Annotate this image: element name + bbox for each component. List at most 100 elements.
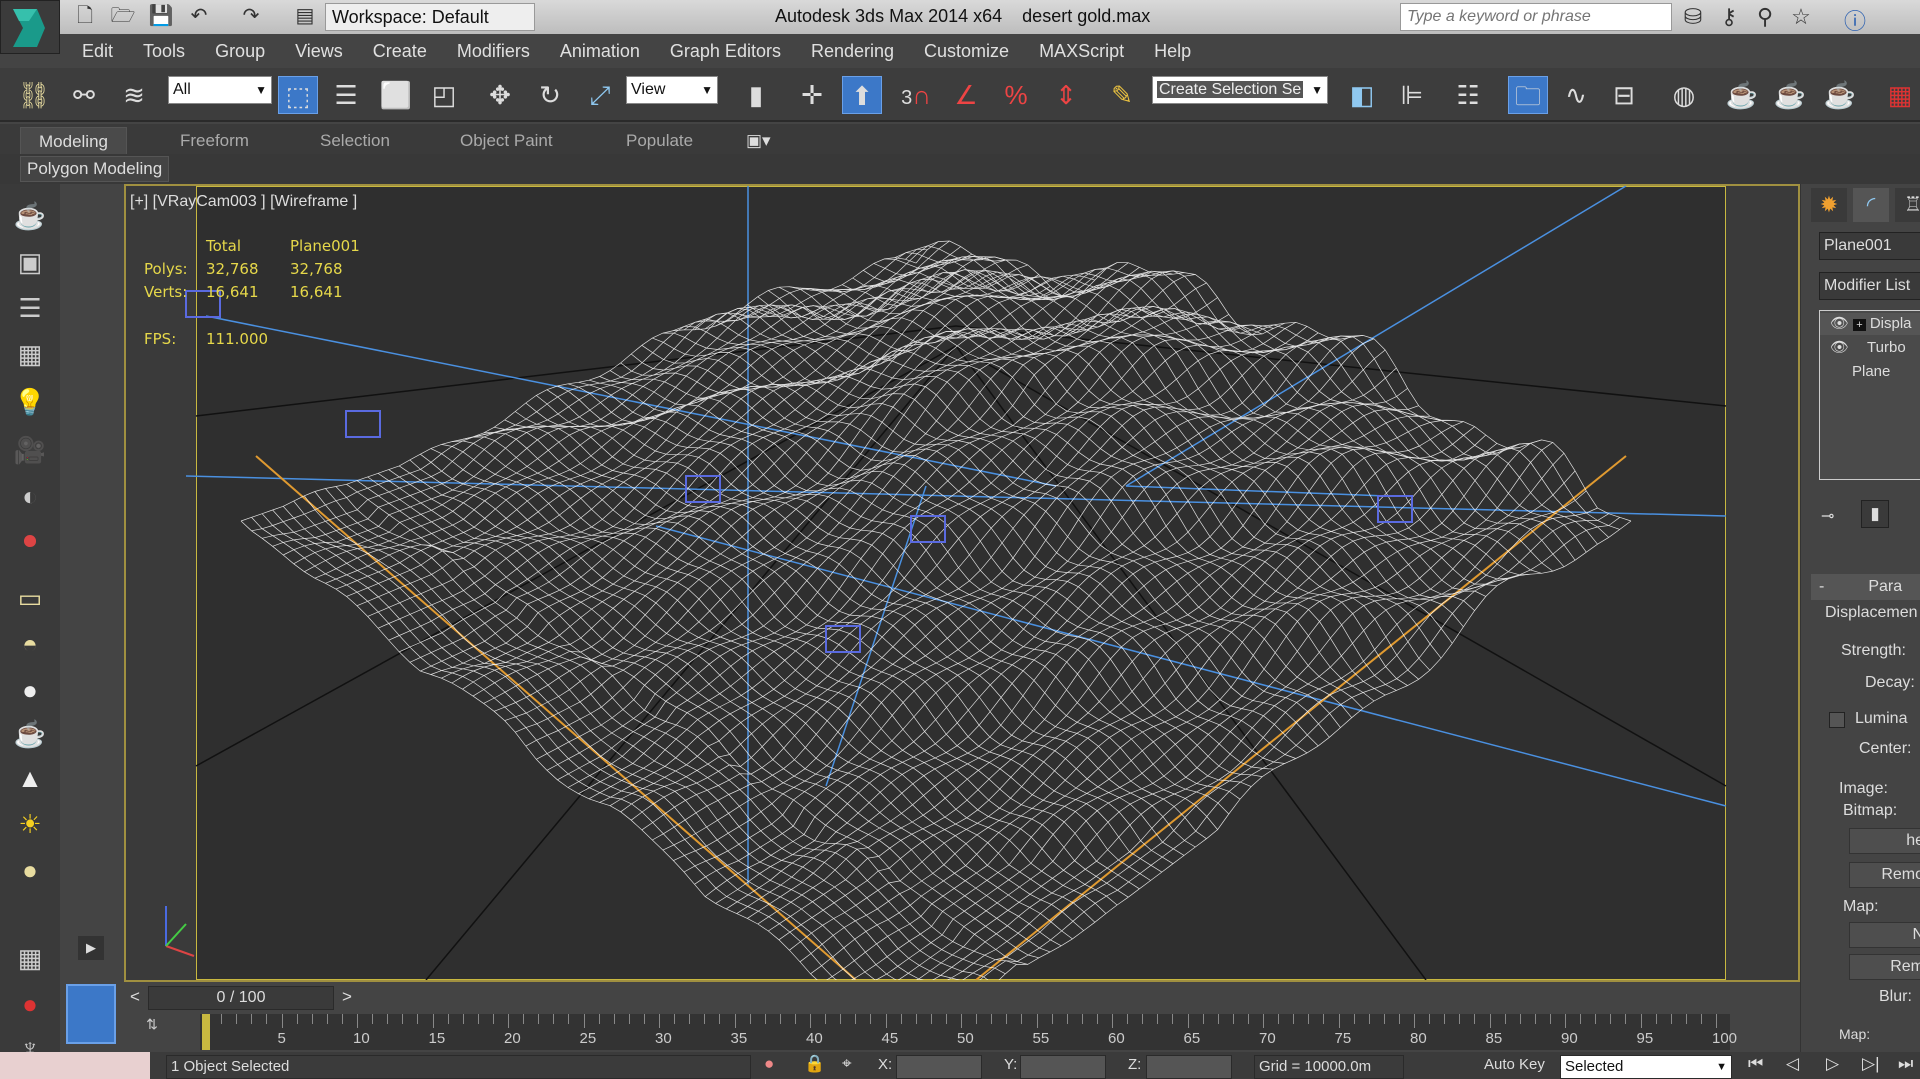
show-end-result-icon[interactable]: ▮ bbox=[1861, 500, 1889, 528]
time-slider[interactable]: < > bbox=[124, 984, 1800, 1012]
move-icon[interactable]: ✥ bbox=[480, 76, 520, 114]
layer-manager-icon[interactable]: ☷ bbox=[1448, 76, 1488, 114]
stack-item-plane[interactable]: Plane bbox=[1852, 361, 1890, 383]
rectangular-selection-icon[interactable]: ⬜ bbox=[376, 76, 416, 114]
selection-filter-dropdown[interactable]: All bbox=[168, 76, 272, 104]
schematic-view-icon[interactable]: ⊟ bbox=[1604, 76, 1644, 114]
workspace-dropdown[interactable]: Workspace: Default bbox=[325, 3, 535, 31]
menu-edit[interactable]: Edit bbox=[82, 41, 113, 62]
mirror-icon[interactable]: ◧ bbox=[1342, 76, 1382, 114]
bitmap-button[interactable]: he bbox=[1849, 828, 1920, 854]
menu-views[interactable]: Views bbox=[295, 41, 343, 62]
teapot-icon[interactable]: ☕ bbox=[12, 198, 48, 234]
new-file-icon[interactable]: 🗋 bbox=[72, 4, 98, 28]
tab-freeform[interactable]: Freeform bbox=[180, 127, 249, 154]
tab-populate[interactable]: Populate bbox=[626, 127, 693, 154]
modifier-list-dropdown[interactable]: Modifier List bbox=[1819, 272, 1920, 300]
rotate-icon[interactable]: ↻ bbox=[530, 76, 570, 114]
expand-icon[interactable]: + bbox=[1853, 319, 1866, 331]
app-logo[interactable] bbox=[0, 0, 60, 54]
binoculars-icon[interactable]: ⛁ bbox=[1678, 4, 1708, 30]
scene-explorer-icon[interactable]: 🗀 bbox=[1508, 76, 1548, 114]
tab-modeling[interactable]: Modeling bbox=[20, 127, 127, 154]
track-bar[interactable]: 0510152025303540455055606570758085909510… bbox=[200, 1014, 1737, 1050]
sphere-icon[interactable]: ● bbox=[12, 672, 48, 708]
menu-help[interactable]: Help bbox=[1154, 41, 1191, 62]
menu-group[interactable]: Group bbox=[215, 41, 265, 62]
cone-icon[interactable]: ▲ bbox=[12, 760, 48, 796]
lock-icon[interactable]: 🔒 bbox=[804, 1054, 825, 1074]
create-tab-icon[interactable]: ✹ bbox=[1811, 188, 1847, 222]
spinner-snap-icon[interactable]: ⇕ bbox=[1046, 76, 1086, 114]
link-icon[interactable]: ⛓ bbox=[14, 76, 54, 114]
render-icon[interactable]: ▣ bbox=[12, 244, 48, 280]
dome-icon[interactable]: ◓ bbox=[12, 626, 48, 662]
remove-bitmap-button[interactable]: Remo bbox=[1849, 862, 1920, 888]
angle-snap-icon[interactable]: ∠ bbox=[946, 76, 986, 114]
tab-object-paint[interactable]: Object Paint bbox=[460, 127, 553, 154]
sphere-half-icon[interactable]: ◐ bbox=[12, 478, 48, 514]
list-icon[interactable]: ☰ bbox=[12, 290, 48, 326]
y-coordinate-field[interactable] bbox=[1020, 1055, 1106, 1079]
mini-curve-editor-button[interactable] bbox=[66, 984, 116, 1044]
pin-stack-icon[interactable]: ⊸ bbox=[1821, 506, 1834, 526]
render-setup-icon[interactable]: ☕ bbox=[1722, 76, 1762, 114]
next-frame-arrow[interactable]: > bbox=[342, 987, 352, 1007]
satellite-icon[interactable]: ⚲ bbox=[1750, 4, 1780, 30]
pivot-center-icon[interactable]: ▮ bbox=[736, 76, 776, 114]
tab-selection[interactable]: Selection bbox=[320, 127, 390, 154]
named-selection-sets-dropdown[interactable]: Create Selection Se bbox=[1152, 76, 1328, 104]
light-bulb-icon[interactable]: 💡 bbox=[12, 384, 48, 420]
star-icon[interactable]: ☆ bbox=[1786, 4, 1816, 30]
keyboard-shortcut-override-icon[interactable]: ⬆ bbox=[842, 76, 882, 114]
current-frame-marker[interactable] bbox=[202, 1014, 210, 1050]
eye-icon[interactable]: 👁 bbox=[1830, 315, 1849, 332]
scale-icon[interactable]: ⤢ bbox=[580, 76, 620, 114]
edit-named-selection-icon[interactable]: ✎ bbox=[1102, 76, 1142, 114]
expand-arrow-icon[interactable]: ▶ bbox=[78, 936, 104, 960]
menu-create[interactable]: Create bbox=[373, 41, 427, 62]
table-icon[interactable]: ▦ bbox=[12, 336, 48, 372]
render-production-icon[interactable]: ☕ bbox=[1820, 76, 1860, 114]
rendered-frame-window-icon[interactable]: ☕ bbox=[1770, 76, 1810, 114]
camera-icon[interactable]: 🎥 bbox=[12, 432, 48, 468]
polygon-modeling-panel[interactable]: Polygon Modeling bbox=[20, 156, 170, 182]
redo-icon[interactable]: ↷ bbox=[238, 4, 264, 28]
time-slider-thumb[interactable]: 0 / 100 bbox=[148, 986, 334, 1010]
go-to-end-icon[interactable]: ⏭ bbox=[1898, 1054, 1913, 1074]
modify-tab-icon[interactable]: ◜ bbox=[1853, 188, 1889, 222]
next-frame-icon[interactable]: ▷| bbox=[1862, 1054, 1880, 1074]
menu-rendering[interactable]: Rendering bbox=[811, 41, 894, 62]
save-icon[interactable]: 💾 bbox=[148, 4, 174, 28]
grid-icon[interactable]: ▦ bbox=[12, 940, 48, 976]
sun-icon[interactable]: ☀ bbox=[12, 806, 48, 842]
menu-customize[interactable]: Customize bbox=[924, 41, 1009, 62]
select-by-name-icon[interactable]: ☰ bbox=[326, 76, 366, 114]
absolute-mode-icon[interactable]: ⌖ bbox=[842, 1054, 852, 1074]
map-button[interactable]: N bbox=[1849, 922, 1920, 948]
window-crossing-icon[interactable]: ◰ bbox=[424, 76, 464, 114]
play-icon[interactable]: ▷ bbox=[1826, 1054, 1839, 1074]
vray-icon[interactable]: ▦ bbox=[1880, 76, 1920, 114]
auto-key-button[interactable]: Auto Key bbox=[1484, 1056, 1545, 1073]
project-folder-icon[interactable]: ▤ bbox=[292, 4, 318, 28]
track-bar-toggle-icon[interactable]: ⇅ bbox=[140, 1016, 164, 1050]
snaps-toggle-icon[interactable]: 3∩ bbox=[896, 76, 936, 114]
viewport[interactable] bbox=[124, 184, 1800, 982]
material-ball-icon[interactable]: ● bbox=[12, 986, 48, 1022]
teapot-primitive-icon[interactable]: ☕ bbox=[12, 716, 48, 752]
plane-icon[interactable]: ▭ bbox=[12, 580, 48, 616]
remove-map-button[interactable]: Rem bbox=[1849, 954, 1920, 980]
maxscript-listener[interactable] bbox=[0, 1052, 150, 1079]
reference-coordinate-dropdown[interactable]: View bbox=[626, 76, 718, 104]
prev-frame-arrow[interactable]: < bbox=[130, 987, 140, 1007]
menu-tools[interactable]: Tools bbox=[143, 41, 185, 62]
open-file-icon[interactable]: 🗁 bbox=[110, 4, 136, 28]
unlink-icon[interactable]: ⚯ bbox=[64, 76, 104, 114]
ball-icon[interactable]: ● bbox=[12, 852, 48, 888]
search-input[interactable] bbox=[1400, 3, 1672, 31]
video-camera-icon[interactable]: ⏺ bbox=[12, 522, 48, 558]
help-icon[interactable]: ⓘ bbox=[1840, 4, 1870, 36]
viewport-label[interactable]: [+] [VRayCam003 ] [Wireframe ] bbox=[130, 193, 357, 211]
ribbon-options-icon[interactable]: ▣▾ bbox=[746, 127, 771, 154]
